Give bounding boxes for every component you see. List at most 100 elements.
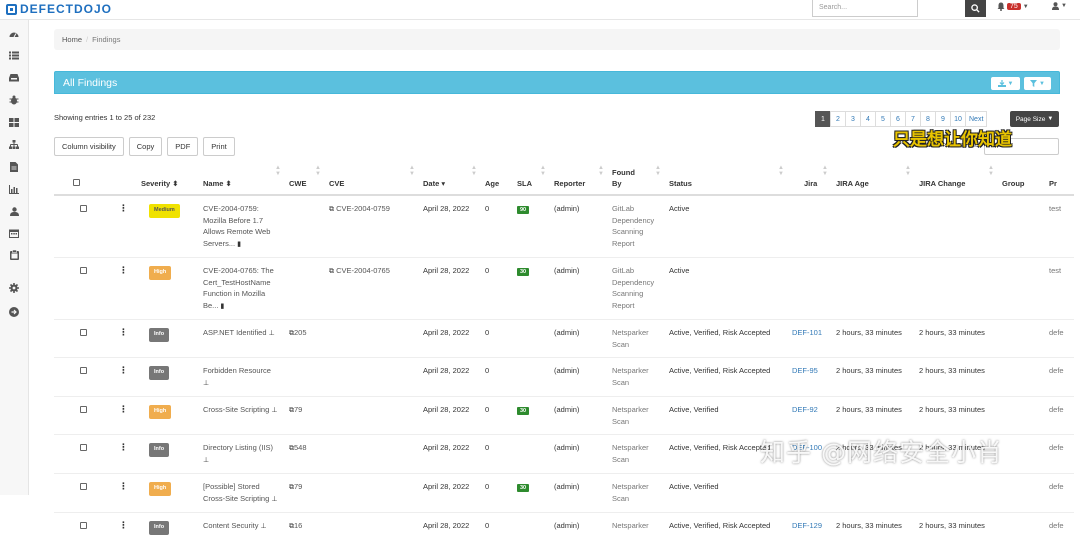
jira-link[interactable]: DEF-101 xyxy=(792,328,822,337)
group-cell xyxy=(997,396,1044,435)
cwe-link[interactable]: 16 xyxy=(294,521,302,530)
cve-cell: ⧉ CVE-2004-0759 xyxy=(324,194,418,258)
group-header[interactable]: Group xyxy=(997,162,1044,196)
cve-header[interactable]: CVE ▲ ▼ xyxy=(324,162,418,196)
page-size-label: Page Size xyxy=(1015,115,1046,123)
product-cell[interactable]: test xyxy=(1044,257,1074,320)
users-icon[interactable] xyxy=(8,205,20,217)
file-icon[interactable] xyxy=(8,161,20,173)
row-checkbox[interactable] xyxy=(80,483,87,490)
grid-icon[interactable] xyxy=(8,116,20,128)
age-header[interactable]: Age xyxy=(480,162,512,196)
kebab-menu-icon[interactable]: ⋮ xyxy=(119,442,128,452)
jira-age-cell xyxy=(831,257,914,320)
finding-name-link[interactable]: Cross-Site Scripting xyxy=(203,405,269,414)
product-cell[interactable]: defe xyxy=(1044,396,1074,435)
column-visibility-button[interactable]: Column visibility xyxy=(54,137,124,156)
finding-name-link[interactable]: ASP.NET Identified xyxy=(203,328,267,337)
jira-link[interactable]: DEF-129 xyxy=(792,521,822,530)
sitemap-icon[interactable] xyxy=(8,138,20,150)
name-header[interactable]: Name ⬍ ▲ ▼ xyxy=(198,162,284,196)
row-checkbox[interactable] xyxy=(80,522,87,529)
sla-header[interactable]: SLA ▲ ▼ xyxy=(512,162,549,196)
jira-header[interactable]: Jira ▲ ▼ xyxy=(787,162,831,196)
gear-icon[interactable] xyxy=(8,282,20,294)
finding-name-link[interactable]: CVE-2004-0765: The Cert_TestHostName Fun… xyxy=(203,266,274,310)
search-button[interactable] xyxy=(965,0,986,17)
row-checkbox[interactable] xyxy=(80,367,87,374)
kebab-menu-icon[interactable]: ⋮ xyxy=(119,520,128,530)
kebab-menu-icon[interactable]: ⋮ xyxy=(119,404,128,414)
dashboard-icon[interactable] xyxy=(8,27,20,39)
page-2-button[interactable]: 2 xyxy=(830,111,846,127)
inbox-icon[interactable] xyxy=(8,71,20,83)
cwe-header[interactable]: CWE ▲ ▼ xyxy=(284,162,324,196)
found-by-cell: GitLab Dependency Scanning Report xyxy=(607,194,664,258)
cwe-link[interactable]: 79 xyxy=(294,405,302,414)
jira-link[interactable]: DEF-95 xyxy=(792,366,818,375)
breadcrumb-home-link[interactable]: Home xyxy=(62,35,82,44)
cve-link[interactable]: CVE-2004-0765 xyxy=(336,266,390,275)
product-cell[interactable]: defe xyxy=(1044,357,1074,397)
cwe-link[interactable]: 79 xyxy=(294,482,302,491)
cwe-link[interactable]: 548 xyxy=(294,443,307,452)
cve-cell xyxy=(324,512,418,542)
product-cell[interactable]: test xyxy=(1044,194,1074,258)
kebab-menu-icon[interactable]: ⋮ xyxy=(119,203,128,213)
jira-change-header[interactable]: JIRA Change ▲ ▼ xyxy=(914,162,997,196)
bar-chart-icon[interactable] xyxy=(8,183,20,195)
cve-link[interactable]: CVE-2004-0759 xyxy=(336,204,390,213)
found-by-header[interactable]: Found By ▲ ▼ xyxy=(607,162,664,196)
calendar-icon[interactable] xyxy=(8,227,20,239)
kebab-menu-icon[interactable]: ⋮ xyxy=(119,327,128,337)
watermark: 知乎 @网络安全小肖 xyxy=(760,438,1003,467)
user-menu-dropdown[interactable]: ▼ xyxy=(1052,2,1067,10)
product-cell[interactable]: defe xyxy=(1044,319,1074,358)
cwe-link[interactable]: 205 xyxy=(294,328,307,337)
row-checkbox[interactable] xyxy=(80,329,87,336)
severity-header[interactable]: Severity ⬍ xyxy=(136,162,198,196)
clipboard-icon[interactable] xyxy=(8,249,20,261)
finding-name-link[interactable]: Content Security xyxy=(203,521,258,530)
bug-icon[interactable] xyxy=(8,94,20,106)
product-cell[interactable]: defe xyxy=(1044,473,1074,513)
row-checkbox[interactable] xyxy=(80,205,87,212)
kebab-menu-icon[interactable]: ⋮ xyxy=(119,365,128,375)
filter-dropdown-button[interactable]: ▼ xyxy=(1024,77,1051,90)
global-search-input[interactable]: Search... xyxy=(812,0,918,17)
status-header[interactable]: Status ▲ ▼ xyxy=(664,162,787,196)
finding-name-link[interactable]: [Possible] Stored Cross-Site Scripting xyxy=(203,482,269,503)
arrow-circle-icon[interactable] xyxy=(8,306,20,318)
product-cell[interactable]: defe xyxy=(1044,512,1074,542)
sort-icon: ⬍ xyxy=(225,179,232,188)
copy-button[interactable]: Copy xyxy=(128,137,163,156)
product-cell[interactable]: defe xyxy=(1044,434,1074,474)
page-3-button[interactable]: 3 xyxy=(845,111,861,127)
print-button[interactable]: Print xyxy=(203,137,235,156)
notifications-dropdown[interactable]: 75 ▼ xyxy=(997,2,1029,11)
finding-name-link[interactable]: Forbidden Resource xyxy=(203,366,271,375)
row-checkbox[interactable] xyxy=(80,444,87,451)
jira-cell: DEF-129 xyxy=(787,512,831,542)
reporter-header[interactable]: Reporter ▲ ▼ xyxy=(549,162,607,196)
list-icon[interactable] xyxy=(8,49,20,61)
row-checkbox[interactable] xyxy=(80,406,87,413)
row-checkbox[interactable] xyxy=(80,267,87,274)
page-5-button[interactable]: 5 xyxy=(875,111,891,127)
page-size-dropdown[interactable]: Page Size ▼ xyxy=(1010,111,1059,127)
table-row: ⋮ High CVE-2004-0765: The Cert_TestHostNam… xyxy=(54,257,1074,320)
sla-cell xyxy=(512,319,549,358)
finding-name-link[interactable]: Directory Listing (IIS) xyxy=(203,443,273,452)
page-4-button[interactable]: 4 xyxy=(860,111,876,127)
download-dropdown-button[interactable]: ▼ xyxy=(991,77,1020,90)
kebab-menu-icon[interactable]: ⋮ xyxy=(119,265,128,275)
select-all-checkbox[interactable] xyxy=(73,179,80,186)
jira-link[interactable]: DEF-92 xyxy=(792,405,818,414)
page-1-button[interactable]: 1 xyxy=(815,111,831,127)
defectdojo-logo[interactable]: DEFECTDOJO xyxy=(6,2,112,16)
kebab-menu-icon[interactable]: ⋮ xyxy=(119,481,128,491)
pdf-button[interactable]: PDF xyxy=(167,137,199,156)
product-header[interactable]: Pr xyxy=(1044,162,1074,196)
jira-age-header[interactable]: JIRA Age ▲ ▼ xyxy=(831,162,914,196)
date-header[interactable]: Date ▾ ▲ ▼ xyxy=(418,162,480,196)
